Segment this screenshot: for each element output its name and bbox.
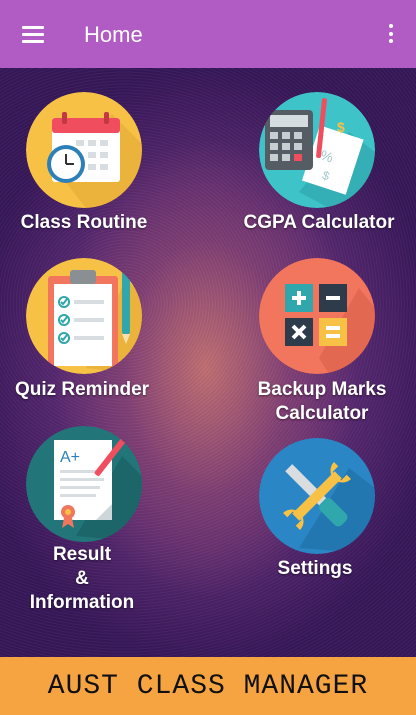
- backup-marks-label-line-2: Calculator: [275, 403, 369, 424]
- quiz-reminder-label: Quiz Reminder: [14, 379, 150, 400]
- settings-label: Settings: [277, 558, 353, 579]
- math-operators-icon: [259, 258, 375, 374]
- svg-text:$: $: [337, 119, 345, 135]
- page-title: Home: [84, 22, 143, 47]
- app-footer-banner: AUST CLASS MANAGER: [0, 657, 416, 715]
- result-information-label: Result & Information: [0, 543, 164, 615]
- wrench-screwdriver-icon: [259, 438, 375, 554]
- certificate-document-icon: A+: [26, 426, 142, 542]
- backup-marks-label-line-1: Backup Marks: [257, 379, 387, 400]
- hamburger-menu-icon[interactable]: [22, 26, 44, 43]
- more-options-icon[interactable]: [388, 24, 394, 44]
- cgpa-calculator-label: CGPA Calculator: [243, 212, 395, 233]
- result-label-line-3: Information: [29, 592, 135, 613]
- app-name-banner: AUST CLASS MANAGER: [47, 670, 369, 702]
- result-label-line-1: Result: [52, 544, 112, 565]
- clipboard-checklist-icon: [26, 258, 142, 374]
- app-bar: Home: [0, 0, 416, 68]
- svg-text:A+: A+: [60, 449, 80, 466]
- calculator-document-icon: % $ $: [259, 92, 375, 208]
- backup-marks-calculator-label: Backup Marks Calculator: [236, 378, 408, 426]
- result-label-line-2: &: [75, 568, 89, 589]
- calendar-clock-icon: [26, 92, 142, 208]
- class-routine-label: Class Routine: [20, 212, 148, 233]
